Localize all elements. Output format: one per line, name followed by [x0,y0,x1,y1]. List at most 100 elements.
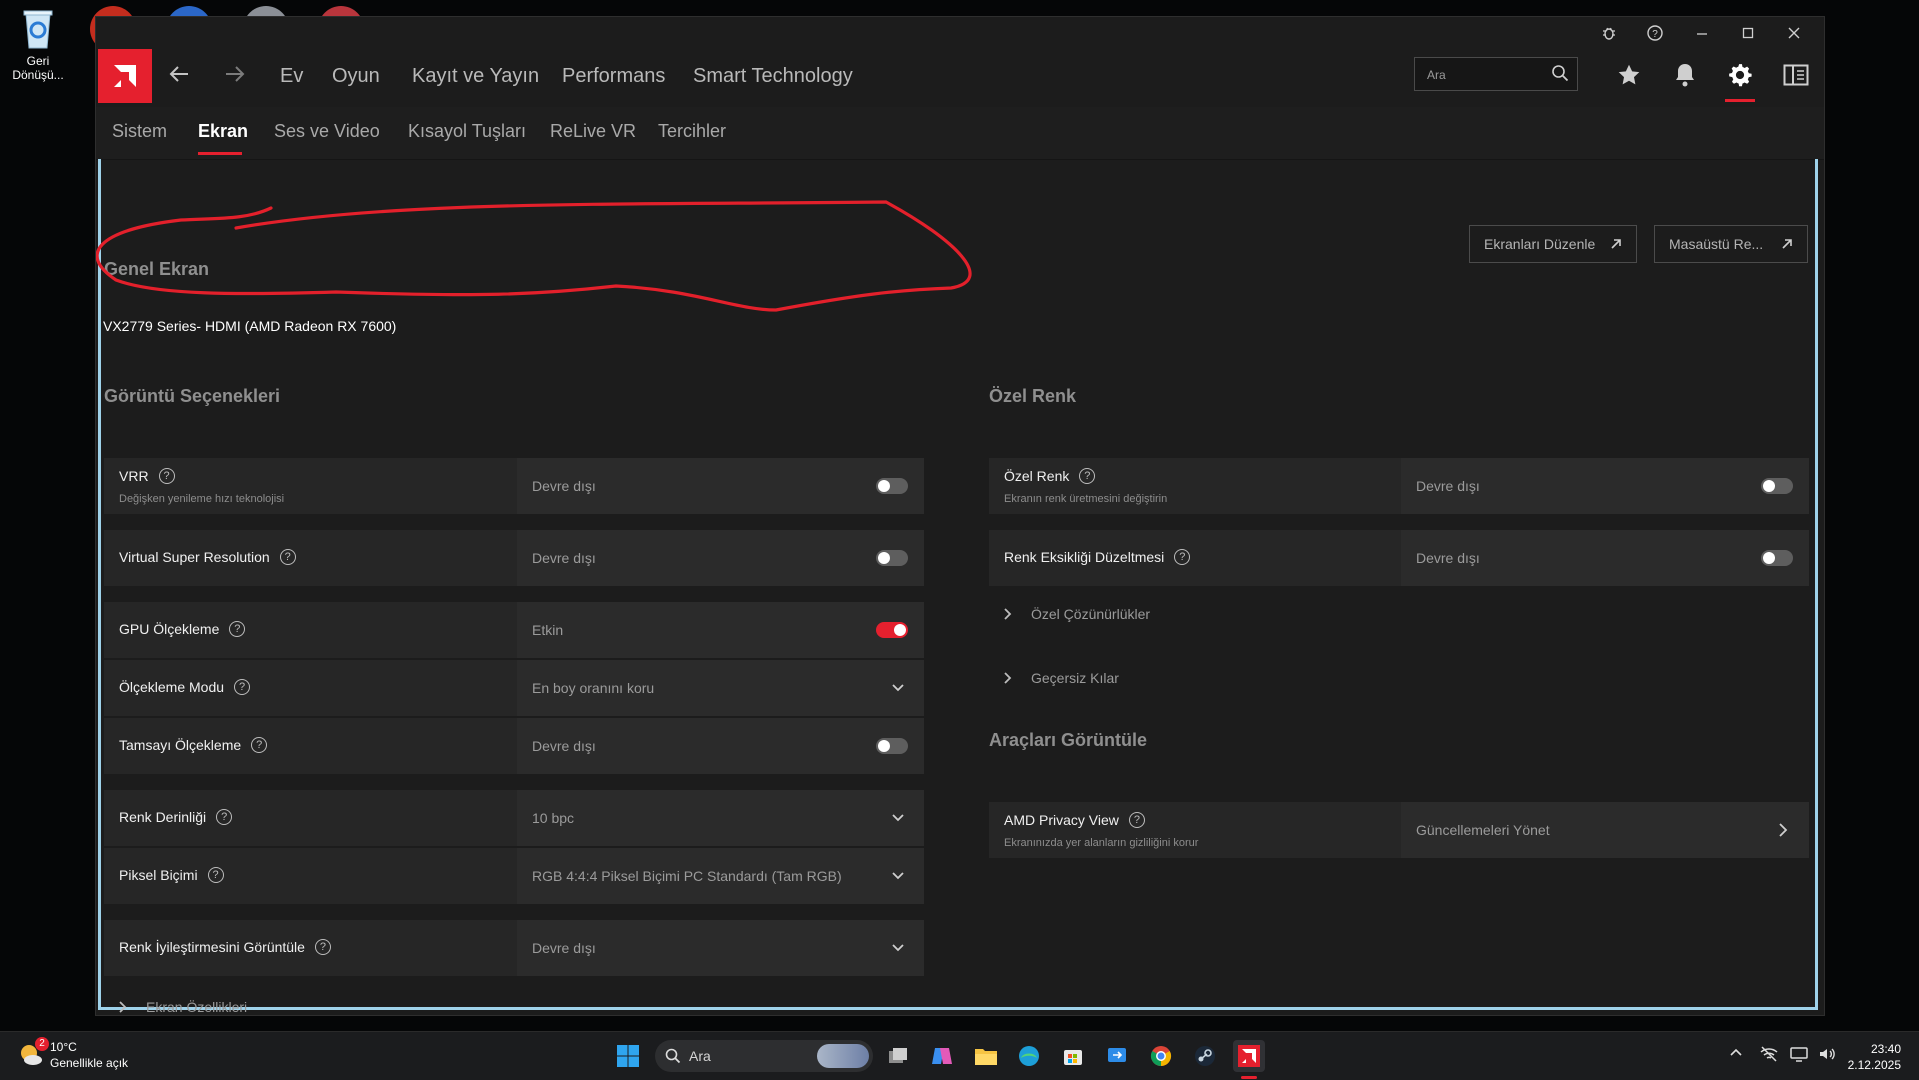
vsr-value-cell: Devre dışı [517,530,924,586]
custom-color-toggle[interactable] [1761,478,1793,494]
close-button[interactable] [1771,17,1817,49]
network-button[interactable] [1760,1046,1778,1065]
bell-icon [1676,64,1694,87]
help-icon[interactable]: ? [279,549,296,565]
custom-color-value-cell: Devre dışı [1401,458,1809,514]
taskbar-search[interactable]: Ara [655,1040,873,1072]
integer-scaling-toggle[interactable] [876,738,908,754]
bug-report-button[interactable] [1586,17,1632,49]
steam-button[interactable] [1189,1040,1221,1072]
vrr-toggle[interactable] [876,478,908,494]
color-deficiency-toggle[interactable] [1761,550,1793,566]
settings-button[interactable] [1720,55,1760,95]
custom-color-label-cell: Özel Renk? Ekranın renk üretmesini değiş… [989,458,1399,514]
custom-color-value: Devre dışı [1416,478,1480,494]
help-icon: ? [1647,25,1663,41]
chevron-right-icon [1004,672,1012,684]
nav-ev[interactable]: Ev [280,65,303,88]
pixel-format-dropdown[interactable]: RGB 4:4:4 Piksel Biçimi PC Standardı (Ta… [517,848,924,904]
vrr-description: Değişken yenileme hızı teknolojisi [119,493,285,505]
toggle-knob [1763,480,1775,492]
minimize-button[interactable] [1679,17,1725,49]
desktop-button-label: Masaüstü Re... [1669,236,1764,252]
gpu-scaling-toggle[interactable] [876,622,908,638]
privacy-view-value-cell[interactable]: Güncellemeleri Yönet [1401,802,1809,858]
overrides-expander[interactable]: Geçersiz Kılar [1003,670,1119,686]
help-icon[interactable]: ? [207,867,224,883]
custom-color-label: Özel Renk? [1004,468,1096,484]
tab-ses-ve-video[interactable]: Ses ve Video [274,121,380,142]
file-explorer-button[interactable] [970,1040,1002,1072]
color-depth-label-cell: Renk Derinliği? [104,790,515,846]
vsr-label-text: Virtual Super Resolution [119,549,270,565]
color-depth-row: Renk Derinliği? 10 bpc [104,790,924,846]
volume-button[interactable] [1818,1046,1836,1065]
amd-taskbar-button[interactable] [1233,1040,1265,1072]
help-icon[interactable]: ? [314,939,331,955]
nav-kayit-ve-yayin[interactable]: Kayıt ve Yayın [412,65,539,88]
maximize-button[interactable] [1725,17,1771,49]
forward-button[interactable] [224,63,246,89]
display-specs-expander[interactable]: Ekran Özellikleri [118,999,247,1015]
back-button[interactable] [168,63,190,89]
search-box[interactable] [1414,57,1578,91]
help-icon[interactable]: ? [1079,468,1096,484]
notifications-button[interactable] [1665,55,1705,95]
color-depth-dropdown[interactable]: 10 bpc [517,790,924,846]
help-icon[interactable]: ? [234,679,251,695]
recycle-bin-icon [18,6,58,50]
title-bar: ? [96,17,1824,49]
help-icon[interactable]: ? [158,468,175,484]
help-icon[interactable]: ? [216,809,233,825]
edit-displays-button[interactable]: Ekranları Düzenle [1469,225,1637,263]
vsr-toggle[interactable] [876,550,908,566]
custom-color-description: Ekranın renk üretmesini değiştirin [1004,493,1168,505]
nav-oyun[interactable]: Oyun [332,65,380,88]
help-icon[interactable]: ? [229,621,246,637]
help-icon[interactable]: ? [251,737,268,753]
copilot-button[interactable] [926,1040,958,1072]
start-button[interactable] [612,1040,644,1072]
help-icon[interactable]: ? [1128,812,1145,828]
sidebar-toggle-button[interactable] [1776,55,1816,95]
desktop-button[interactable]: Masaüstü Re... [1654,225,1808,263]
taskbar: 2 10°C Genellikle açık Ara 23:40 2.12.20… [0,1031,1919,1080]
nav-performans[interactable]: Performans [562,65,665,88]
task-view-button[interactable] [882,1040,914,1072]
external-link-icon [1611,239,1621,249]
favorites-button[interactable] [1609,55,1649,95]
nav-smart-technology[interactable]: Smart Technology [693,65,853,88]
scaling-mode-dropdown[interactable]: En boy oranını koru [517,660,924,716]
help-button[interactable]: ? [1632,17,1678,49]
display-specs-label: Ekran Özellikleri [146,999,248,1015]
custom-resolutions-expander[interactable]: Özel Çözünürlükler [1003,606,1150,622]
chrome-button[interactable] [1145,1040,1177,1072]
recycle-bin-label: Geri Dönüşü... [12,54,64,82]
privacy-view-row[interactable]: AMD Privacy View? Ekranınızda yer alanla… [989,802,1809,858]
maximize-icon [1742,27,1754,39]
toggle-knob [878,552,890,564]
chevron-down-icon [892,872,904,880]
store-button[interactable] [1057,1040,1089,1072]
tray-overflow-button[interactable] [1729,1046,1743,1063]
tab-relive-vr[interactable]: ReLive VR [550,121,636,142]
monitor-icon [1790,1047,1808,1062]
search-icon[interactable] [1551,64,1569,87]
clock[interactable]: 23:40 2.12.2025 [1848,1041,1901,1073]
recycle-bin-desktop-icon[interactable]: Geri Dönüşü... [6,6,70,82]
remote-app-button[interactable] [1101,1040,1133,1072]
vsr-label-cell: Virtual Super Resolution? [104,530,515,586]
display-tray-button[interactable] [1790,1046,1808,1065]
search-input[interactable] [1425,65,1549,85]
edge-button[interactable] [1013,1040,1045,1072]
help-icon[interactable]: ? [1174,549,1191,565]
gpu-scaling-value-cell: Etkin [517,602,924,658]
integer-scaling-label-text: Tamsayı Ölçekleme [119,737,242,753]
tab-ekran[interactable]: Ekran [198,121,248,142]
tab-kisayol-tuslari[interactable]: Kısayol Tuşları [408,121,526,142]
amd-logo[interactable] [98,49,152,103]
tab-tercihler[interactable]: Tercihler [658,121,726,142]
privacy-view-value: Güncellemeleri Yönet [1416,822,1550,838]
color-enhancement-dropdown[interactable]: Devre dışı [517,920,924,976]
tab-sistem[interactable]: Sistem [112,121,167,142]
